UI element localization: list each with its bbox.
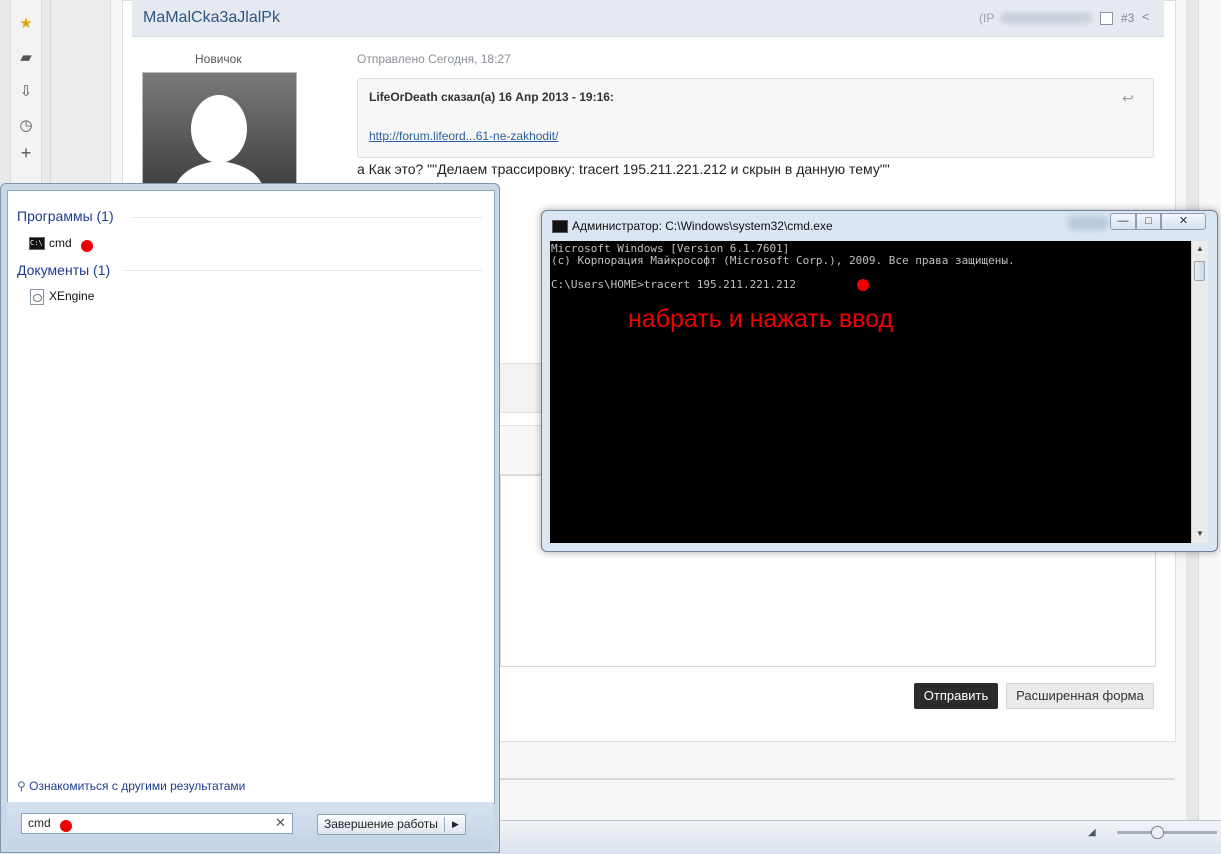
quote-link[interactable]: http://forum.lifeord...61-ne-zakhodit/	[369, 129, 558, 143]
ip-label: (IP	[979, 11, 995, 25]
avatar-silhouette-icon	[143, 73, 296, 193]
quote-author: LifeOrDeath сказал(а) 16 Апр 2013 - 19:1…	[369, 90, 614, 104]
post-body: а Как это? ""Делаем трассировку: tracert…	[357, 161, 890, 177]
result-label: cmd	[49, 236, 72, 250]
clock-icon[interactable]: ◷	[18, 118, 34, 134]
share-icon[interactable]: <	[1142, 9, 1150, 24]
divider-row	[500, 363, 545, 413]
result-xengine[interactable]: XEngine	[30, 289, 94, 305]
scroll-down-icon[interactable]: ▼	[1196, 529, 1204, 538]
group-title-programs: Программы (1)	[17, 208, 114, 224]
minimize-icon: —	[1117, 215, 1129, 227]
post-timestamp: Отправлено Сегодня, 18:27	[357, 52, 511, 66]
quote-jump-icon[interactable]: ↩	[1122, 90, 1134, 107]
cmd-window-icon	[552, 220, 568, 233]
console-line: (c) Корпорация Майкрософт (Microsoft Cor…	[551, 254, 1015, 267]
more-results-link[interactable]: ⚲ Ознакомиться с другими результатами	[17, 779, 245, 793]
search-icon: ⚲	[17, 779, 26, 793]
star-icon[interactable]: ★	[18, 16, 34, 32]
annotation-dot	[60, 820, 72, 832]
shutdown-button[interactable]: Завершение работы ▶	[317, 814, 466, 835]
cmd-window-title: Администратор: C:\Windows\system32\cmd.e…	[572, 219, 833, 233]
select-post-checkbox[interactable]	[1100, 12, 1113, 25]
maximize-icon: □	[1145, 215, 1152, 227]
group-title-documents: Документы (1)	[17, 262, 111, 278]
scroll-up-icon[interactable]: ▲	[1196, 244, 1204, 253]
scrollbar-thumb[interactable]	[1194, 261, 1205, 281]
title-blurred-region	[1068, 216, 1108, 230]
divider-row	[500, 425, 545, 475]
advanced-form-button[interactable]: Расширенная форма	[1006, 683, 1154, 709]
download-icon[interactable]: ⇩	[18, 84, 34, 100]
zoom-slider-thumb[interactable]	[1151, 826, 1164, 839]
post-author[interactable]: MaMalCka3aJlalPk	[143, 9, 280, 27]
cmd-icon: C:\	[29, 237, 45, 251]
zoom-icon[interactable]: ◢	[1088, 827, 1096, 838]
console-line: C:\Users\HOME>tracert 195.211.221.212	[551, 278, 797, 291]
user-rank: Новичок	[195, 52, 242, 66]
divider	[500, 778, 1174, 780]
maximize-button[interactable]: □	[1136, 213, 1161, 230]
clear-search-icon[interactable]: ✕	[275, 815, 286, 831]
avatar[interactable]	[142, 72, 297, 194]
result-label: XEngine	[49, 289, 95, 304]
post-number[interactable]: #3	[1121, 11, 1134, 25]
console-area[interactable]: Microsoft Windows [Version 6.1.7601] (c)…	[550, 241, 1191, 543]
annotation-dot	[857, 279, 869, 291]
close-button[interactable]: ✕	[1161, 213, 1206, 230]
document-icon	[30, 289, 44, 305]
note-icon[interactable]: ▰	[18, 50, 34, 66]
minimize-button[interactable]: —	[1110, 213, 1136, 230]
ip-address-blurred	[1000, 12, 1092, 24]
status-bar	[500, 820, 1221, 854]
console-scrollbar[interactable]: ▲ ▼	[1191, 241, 1208, 543]
result-cmd[interactable]: C:\ cmd	[29, 236, 72, 251]
zoom-slider-track[interactable]	[1117, 831, 1217, 834]
annotation-dot	[81, 240, 93, 252]
shutdown-options-arrow-icon[interactable]: ▶	[452, 815, 459, 834]
annotation-text: набрать и нажать ввод	[628, 305, 894, 333]
close-icon: ✕	[1178, 215, 1189, 227]
send-button[interactable]: Отправить	[914, 683, 998, 709]
start-menu-results	[7, 190, 495, 804]
add-icon[interactable]: +	[18, 144, 34, 162]
